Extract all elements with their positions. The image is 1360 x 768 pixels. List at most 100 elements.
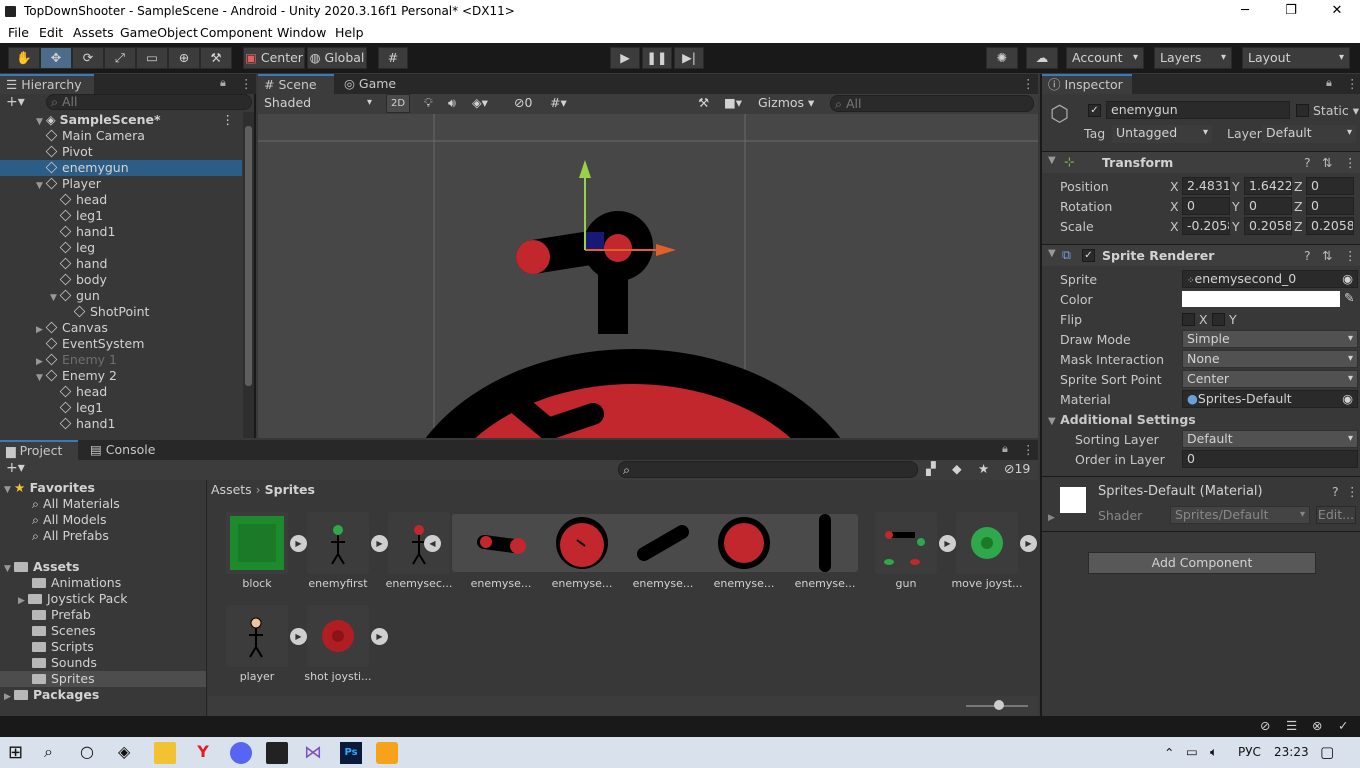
clock[interactable]: 23:23: [1274, 745, 1309, 759]
hidden-objects-icon[interactable]: ⊘0: [514, 95, 532, 110]
shading-dropdown[interactable]: Shaded: [260, 95, 376, 113]
favorite-item[interactable]: ⌕ All Models: [32, 512, 107, 528]
asset-thumbnail[interactable]: [713, 512, 775, 574]
hierarchy-item[interactable]: ▼ Enemy 2: [0, 368, 242, 384]
asset-label[interactable]: player: [215, 670, 299, 683]
asset-thumbnail[interactable]: [307, 605, 369, 667]
edit-shader-button[interactable]: Edit...: [1316, 506, 1356, 524]
breadcrumb-sprites[interactable]: Sprites: [265, 482, 315, 497]
more-menu-icon[interactable]: ⋮: [240, 76, 253, 91]
asset-thumbnail[interactable]: [632, 512, 694, 574]
hierarchy-scroll-thumb[interactable]: [245, 126, 252, 386]
lighting-icon[interactable]: 💡︎: [424, 95, 433, 111]
tab-project[interactable]: ▆ Project: [0, 440, 78, 460]
expand-sprite-icon[interactable]: ▶: [290, 628, 307, 645]
static-label[interactable]: Static ▾: [1313, 103, 1359, 118]
eyedropper-icon[interactable]: ✎: [1344, 290, 1354, 305]
tools-icon[interactable]: ⚒: [698, 95, 709, 110]
asset-label[interactable]: block: [215, 577, 299, 590]
hierarchy-item[interactable]: Pivot: [0, 144, 242, 160]
expand-sprite-icon[interactable]: ▶: [371, 535, 388, 552]
flip-y-checkbox[interactable]: [1212, 313, 1225, 326]
hierarchy-item[interactable]: ShotPoint: [0, 304, 242, 320]
debug-mode-icon[interactable]: ⊗: [1312, 718, 1322, 733]
tab-scene[interactable]: # Scene: [258, 74, 334, 94]
asset-folder-item[interactable]: Scenes: [0, 623, 206, 639]
unity-editor-icon[interactable]: [266, 742, 288, 764]
scale-z-field[interactable]: 0.20586: [1306, 217, 1354, 235]
tab-console[interactable]: ▤ Console: [84, 440, 164, 460]
thumbnail-size-slider-handle[interactable]: [994, 700, 1004, 710]
asset-folder-item[interactable]: Sprites: [0, 671, 206, 687]
layer-dropdown[interactable]: Default: [1262, 125, 1356, 143]
tab-inspector[interactable]: ⓘ Inspector: [1042, 74, 1132, 94]
sprite-renderer-menu-icon[interactable]: ⋮: [1344, 248, 1357, 263]
asset-thumbnail[interactable]: [226, 512, 288, 574]
asset-label[interactable]: enemyse...: [540, 577, 624, 590]
scene-more-icon[interactable]: ⋮: [1022, 76, 1035, 91]
gizmos-dropdown[interactable]: Gizmos ▾: [758, 95, 814, 110]
menu-gameobject[interactable]: GameObject: [120, 25, 198, 40]
breadcrumb-assets[interactable]: Assets: [211, 482, 252, 497]
camera-icon[interactable]: ■▾: [724, 95, 742, 110]
hierarchy-item[interactable]: ▼ ◈ SampleScene* ⋮: [0, 112, 242, 128]
menu-help[interactable]: Help: [335, 25, 364, 40]
sprite-field[interactable]: ⁘enemysecond_0 ◉: [1182, 270, 1358, 288]
asset-folder-item[interactable]: Animations: [0, 575, 206, 591]
asset-folder-item[interactable]: Scripts: [0, 639, 206, 655]
task-view-icon[interactable]: ○: [80, 742, 102, 764]
transform-collapse-icon[interactable]: ▼: [1048, 155, 1056, 166]
add-icon[interactable]: +▾: [6, 94, 25, 110]
hand-tool-icon[interactable]: ✋: [8, 47, 40, 69]
scene-menu-icon[interactable]: ⋮: [222, 112, 235, 128]
rotation-z-field[interactable]: 0: [1306, 197, 1354, 215]
material-picker-icon[interactable]: ◉: [1342, 391, 1353, 407]
discord-icon[interactable]: [230, 742, 252, 764]
hierarchy-item[interactable]: hand1: [0, 416, 242, 432]
asset-folder-item[interactable]: Sounds: [0, 655, 206, 671]
account-dropdown[interactable]: Account ▾: [1066, 47, 1144, 69]
step-button[interactable]: ▶|: [674, 47, 704, 69]
layout-dropdown[interactable]: Layout ▾: [1242, 47, 1350, 69]
help-icon[interactable]: ?: [1304, 248, 1311, 263]
expand-sprite-icon[interactable]: ▶: [371, 628, 388, 645]
asset-label[interactable]: enemysec...: [377, 577, 461, 590]
asset-label[interactable]: enemyse...: [702, 577, 786, 590]
hierarchy-item[interactable]: hand1: [0, 224, 242, 240]
tab-game[interactable]: ◎ Game: [338, 74, 408, 94]
material-menu-icon[interactable]: ⋮: [1346, 484, 1359, 499]
shader-dropdown[interactable]: Sprites/Default: [1170, 506, 1310, 524]
hierarchy-item[interactable]: EventSystem: [0, 336, 242, 352]
hierarchy-item[interactable]: Main Camera: [0, 128, 242, 144]
hierarchy-item[interactable]: leg1: [0, 400, 242, 416]
material-foldout-icon[interactable]: ▶: [1048, 513, 1055, 523]
hierarchy-scrollbar[interactable]: [243, 112, 254, 438]
transform-menu-icon[interactable]: ⋮: [1344, 155, 1357, 170]
sprite-renderer-header[interactable]: ▼ ⧉ ✓ Sprite Renderer ? ⇅ ⋮: [1042, 244, 1360, 266]
menu-window[interactable]: Window: [277, 25, 326, 40]
preset-icon[interactable]: ⇅: [1322, 155, 1332, 170]
order-in-layer-field[interactable]: 0: [1182, 450, 1358, 468]
cloud-icon[interactable]: ☁: [1026, 47, 1058, 69]
scale-y-field[interactable]: 0.20586: [1244, 217, 1292, 235]
collab-icon[interactable]: ✺: [986, 47, 1018, 69]
add-component-button[interactable]: Add Component: [1088, 552, 1316, 574]
position-y-field[interactable]: 1.6422: [1244, 177, 1292, 195]
collapse-sprite-icon[interactable]: ◀: [424, 535, 441, 552]
asset-label[interactable]: enemyse...: [621, 577, 705, 590]
create-asset-icon[interactable]: +▾: [6, 460, 25, 476]
packages-header[interactable]: ▶ Packages: [4, 687, 99, 703]
move-tool-icon[interactable]: ✥: [40, 47, 72, 69]
volume-icon[interactable]: 🔈︎: [1210, 744, 1218, 760]
position-x-field[interactable]: 2.48315: [1182, 177, 1230, 195]
language-indicator[interactable]: РУС: [1238, 745, 1261, 759]
expand-sprite-icon[interactable]: ▶: [939, 535, 956, 552]
paint-app-icon[interactable]: [376, 742, 398, 764]
favorite-star-icon[interactable]: ★: [978, 461, 989, 476]
asset-label[interactable]: shot joysti...: [296, 670, 380, 683]
file-explorer-icon[interactable]: [154, 742, 176, 764]
static-checkbox[interactable]: [1296, 104, 1309, 117]
menu-component[interactable]: Component: [200, 25, 273, 40]
expand-sprite-icon[interactable]: ▶: [290, 535, 307, 552]
pause-button[interactable]: ❚❚: [642, 47, 672, 69]
